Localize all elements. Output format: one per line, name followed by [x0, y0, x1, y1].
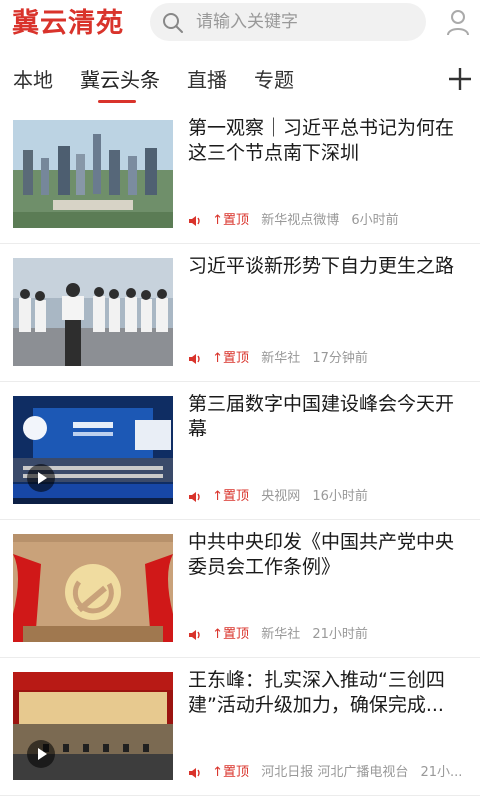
news-thumbnail-summit: [13, 396, 173, 504]
speaker-icon[interactable]: [188, 214, 202, 228]
news-item[interactable]: 王东峰：扎实深入推动“三创四建”活动升级加力，确保完成... ↑置顶 河北日报 …: [0, 658, 480, 796]
news-source: 新华视点微博: [261, 213, 340, 228]
news-time: 21小...: [420, 765, 463, 780]
news-meta: ↑置顶 新华视点微博 6小时前: [188, 212, 468, 230]
news-time: 21小时前: [312, 627, 368, 642]
pinned-badge: ↑置顶: [212, 213, 250, 228]
channel-tabs: 本地 冀云头条 直播 专题: [0, 56, 480, 104]
tab-local[interactable]: 本地: [13, 66, 53, 94]
news-time: 17分钟前: [312, 351, 368, 366]
news-meta: ↑置顶 新华社 17分钟前: [188, 350, 468, 368]
pinned-badge: ↑置顶: [212, 765, 250, 780]
tab-topics[interactable]: 专题: [254, 66, 294, 94]
news-source: 新华社: [261, 627, 301, 642]
news-thumbnail-people: [13, 258, 173, 366]
add-channel-icon[interactable]: [447, 66, 473, 92]
news-meta: ↑置顶 河北日报 河北广播电视台 21小...: [188, 764, 468, 782]
news-thumbnail-party-emblem: [13, 534, 173, 642]
news-source: 新华社: [261, 351, 301, 366]
news-item[interactable]: 第三届数字中国建设峰会今天开幕 ↑置顶 央视网 16小时前: [0, 382, 480, 520]
speaker-icon[interactable]: [188, 766, 202, 780]
tab-headlines[interactable]: 冀云头条: [80, 66, 160, 94]
tab-live[interactable]: 直播: [187, 66, 227, 94]
speaker-icon[interactable]: [188, 490, 202, 504]
search-icon: [163, 13, 183, 33]
play-icon[interactable]: [27, 740, 55, 768]
news-time: 6小时前: [351, 213, 399, 228]
search-bar[interactable]: 请输入关键字: [150, 3, 426, 41]
news-time: 16小时前: [312, 489, 368, 504]
speaker-icon[interactable]: [188, 628, 202, 642]
search-placeholder: 请输入关键字: [196, 12, 298, 32]
news-source: 央视网: [261, 489, 301, 504]
news-title[interactable]: 第一观察｜习近平总书记为何在这三个节点南下深圳: [188, 116, 468, 166]
news-item[interactable]: 中共中央印发《中国共产党中央委员会工作条例》 ↑置顶 新华社 21小时前: [0, 520, 480, 658]
news-source: 河北日报 河北广播电视台: [261, 765, 409, 780]
pinned-badge: ↑置顶: [212, 351, 250, 366]
play-icon[interactable]: [27, 464, 55, 492]
news-title[interactable]: 习近平谈新形势下自力更生之路: [188, 254, 468, 279]
app-logo: 冀云清苑: [12, 8, 124, 39]
speaker-icon[interactable]: [188, 352, 202, 366]
news-item[interactable]: 习近平谈新形势下自力更生之路 ↑置顶 新华社 17分钟前: [0, 244, 480, 382]
news-thumbnail-meeting: [13, 672, 173, 780]
news-title[interactable]: 中共中央印发《中国共产党中央委员会工作条例》: [188, 530, 468, 580]
user-icon[interactable]: [446, 8, 470, 36]
news-item[interactable]: 第一观察｜习近平总书记为何在这三个节点南下深圳 ↑置顶 新华视点微博 6小时前: [0, 106, 480, 244]
news-thumbnail-city: [13, 120, 173, 228]
app-header: 冀云清苑 请输入关键字: [0, 0, 480, 50]
news-title[interactable]: 第三届数字中国建设峰会今天开幕: [188, 392, 468, 442]
pinned-badge: ↑置顶: [212, 489, 250, 504]
news-meta: ↑置顶 央视网 16小时前: [188, 488, 468, 506]
pinned-badge: ↑置顶: [212, 627, 250, 642]
news-title[interactable]: 王东峰：扎实深入推动“三创四建”活动升级加力，确保完成...: [188, 668, 468, 718]
active-tab-indicator: [98, 100, 136, 103]
news-meta: ↑置顶 新华社 21小时前: [188, 626, 468, 644]
